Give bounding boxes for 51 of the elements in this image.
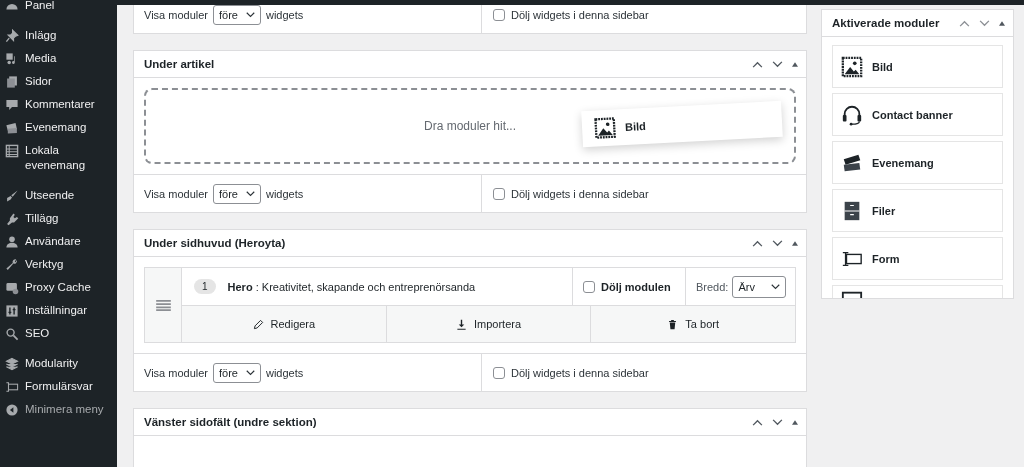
hide-widgets-label: Dölj widgets i denna sidebar — [511, 8, 649, 21]
width-select[interactable]: Ärv — [732, 275, 787, 298]
menu-item[interactable]: Lokala evenemang — [0, 139, 117, 177]
collapse-menu-button[interactable]: Minimera meny — [0, 398, 117, 421]
module-card[interactable]: Contact banner — [832, 93, 1003, 136]
menu-item[interactable]: Evenemang — [0, 116, 117, 139]
panel-title: Vänster sidofält (undre sektion) — [144, 416, 317, 428]
hide-widgets-label: Dölj widgets i denna sidebar — [511, 187, 649, 200]
panel-title: Under artikel — [144, 58, 215, 70]
menu-item[interactable]: Sidor — [0, 70, 117, 93]
widgets-label: widgets — [265, 187, 304, 200]
widgets-label: widgets — [265, 366, 304, 379]
menu-item[interactable]: Formulärsvar — [0, 375, 117, 398]
module-title: Hero : Kreativitet, skapande och entreprenörsanda — [227, 280, 476, 293]
menu-item[interactable]: Modularity — [0, 352, 117, 375]
menu-item[interactable]: SEO — [0, 322, 117, 345]
module-name: Contact banner — [872, 108, 953, 121]
panel-title: Aktiverade moduler — [832, 17, 940, 29]
widgets-label: widgets — [265, 8, 304, 21]
menu-item[interactable]: Användare — [0, 230, 117, 253]
module-name: Evenemang — [872, 156, 934, 169]
module-card[interactable]: Filer — [832, 189, 1003, 232]
module-name: Filer — [872, 204, 896, 217]
menu-item[interactable]: Proxy Cache — [0, 276, 117, 299]
menu-item[interactable]: Inställningar — [0, 299, 117, 322]
menu-item[interactable]: Inlägg — [0, 24, 117, 47]
module-card[interactable]: Bild — [832, 45, 1003, 88]
dragged-module-card[interactable]: Bild — [581, 100, 783, 148]
show-modules-label: Visa moduler — [144, 187, 208, 200]
hide-widgets-label: Dölj widgets i denna sidebar — [511, 366, 649, 379]
menu-item[interactable]: Verktyg — [0, 253, 117, 276]
show-modules-label: Visa moduler — [144, 8, 208, 21]
width-label: Bredd: — [696, 280, 729, 293]
module-name: Form — [872, 252, 900, 265]
menu-item[interactable]: Media — [0, 47, 117, 70]
module-number-badge: 1 — [194, 279, 216, 294]
module-card[interactable]: Evenemang — [832, 141, 1003, 184]
module-card[interactable]: Form — [832, 237, 1003, 280]
show-modules-label: Visa moduler — [144, 366, 208, 379]
menu-item[interactable]: Tillägg — [0, 207, 117, 230]
position-select[interactable]: före — [213, 362, 261, 383]
menu-item[interactable]: Panel — [0, 0, 117, 17]
drop-zone[interactable]: Dra moduler hit... Bild — [144, 88, 796, 164]
menu-item[interactable]: Kommentarer — [0, 93, 117, 116]
drop-zone-text: Dra moduler hit... — [423, 119, 516, 133]
hide-module-label: Dölj modulen — [601, 280, 671, 293]
panel-title: Under sidhuvud (Heroyta) — [144, 237, 286, 249]
menu-item[interactable]: Utseende — [0, 184, 117, 207]
position-select[interactable]: före — [213, 183, 261, 204]
position-select[interactable]: före — [213, 4, 261, 25]
module-name: Bild — [872, 60, 893, 73]
